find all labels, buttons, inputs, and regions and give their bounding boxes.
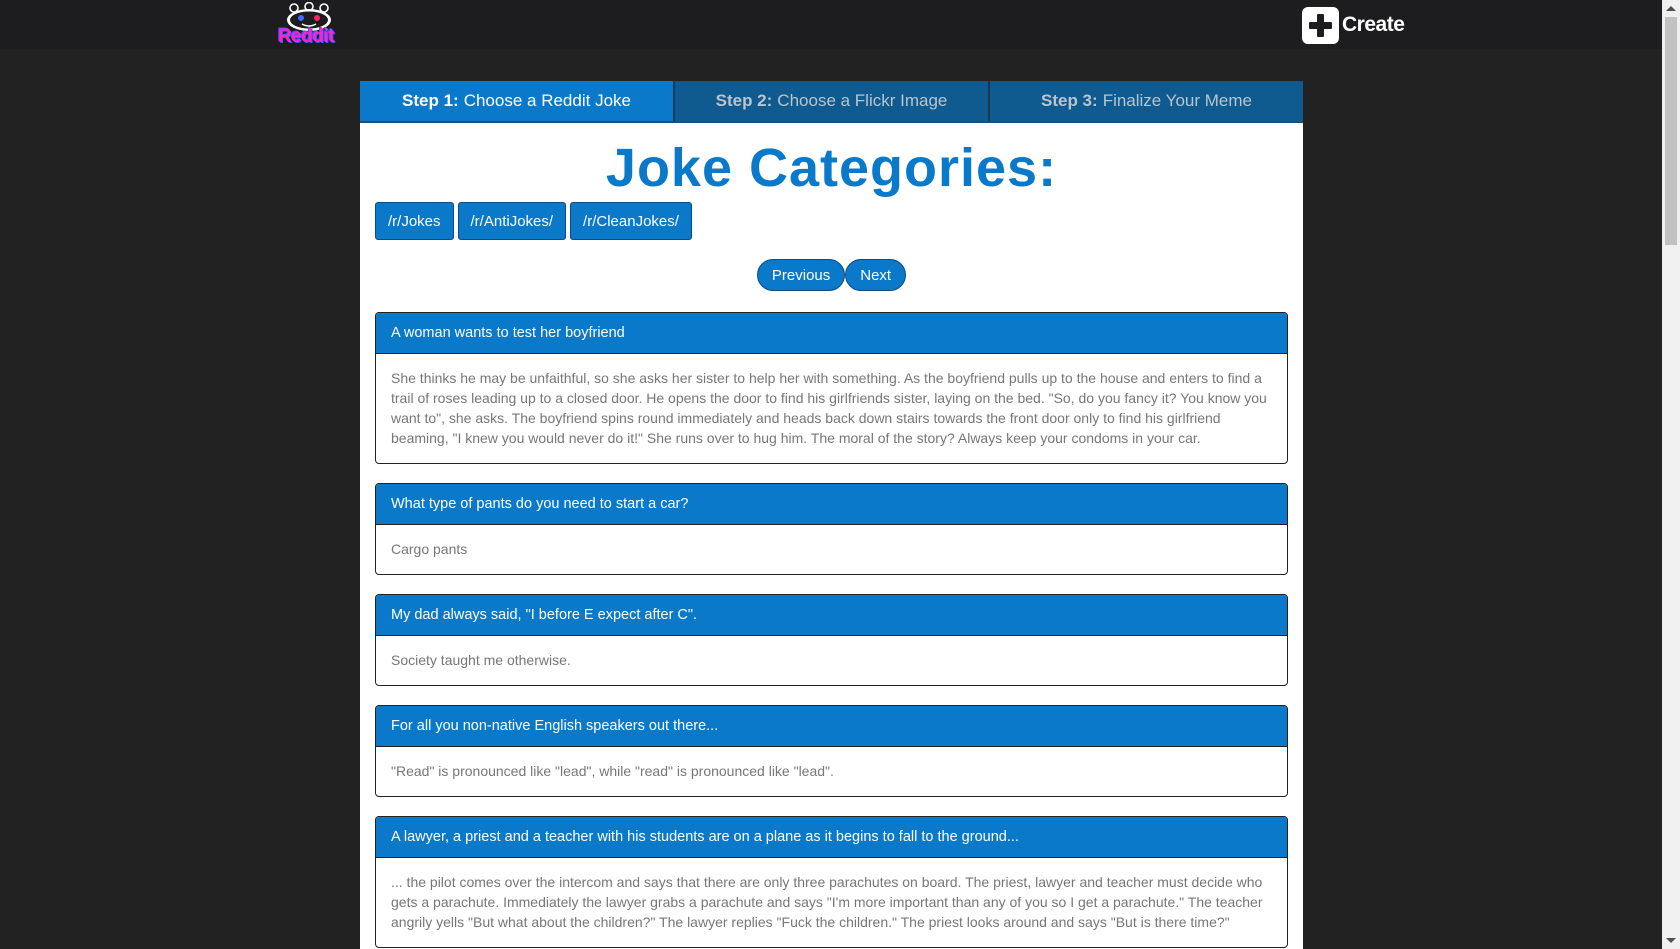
tab-step-3[interactable]: Step 3: Finalize Your Meme [988, 81, 1303, 121]
step-label: Choose a Flickr Image [777, 91, 948, 110]
scroll-down-arrow-icon[interactable] [1666, 938, 1676, 943]
joke-body: Cargo pants [391, 541, 468, 557]
top-navbar: Reddit Create [0, 0, 1662, 49]
category-button-antijokes[interactable]: /r/AntiJokes/ [457, 202, 567, 240]
joke-card[interactable]: A lawyer, a priest and a teacher with hi… [375, 816, 1288, 948]
page-title: Joke Categories: [605, 138, 1058, 198]
next-button[interactable]: Next [845, 259, 907, 291]
step-number: Step 3: [1041, 91, 1098, 110]
category-buttons: /r/Jokes /r/AntiJokes/ /r/CleanJokes/ [375, 202, 696, 240]
step-number: Step 1: [402, 91, 459, 110]
joke-card[interactable]: My dad always said, "I before E expect a… [375, 594, 1288, 686]
joke-body: ... the pilot comes over the intercom an… [391, 874, 1263, 930]
create-label: Create [1342, 13, 1405, 36]
logo-wordmark: Reddit [277, 26, 335, 47]
joke-body: She thinks he may be unfaithful, so she … [391, 370, 1267, 446]
joke-list: A woman wants to test her boyfriend She … [375, 312, 1288, 949]
joke-body: "Read" is pronounced like "lead", while … [391, 763, 834, 779]
joke-body: Society taught me otherwise. [391, 652, 571, 668]
joke-card[interactable]: What type of pants do you need to start … [375, 483, 1288, 575]
joke-title[interactable]: What type of pants do you need to start … [376, 484, 1287, 525]
step-label: Choose a Reddit Joke [463, 91, 631, 110]
create-button[interactable]: Create [1302, 6, 1405, 44]
step-number: Step 2: [715, 91, 773, 110]
joke-title[interactable]: For all you non-native English speakers … [376, 706, 1287, 747]
step-tabs: Step 1: Choose a Reddit Joke Step 2: Cho… [360, 81, 1303, 123]
joke-card[interactable]: For all you non-native English speakers … [375, 705, 1288, 797]
tab-step-2[interactable]: Step 2: Choose a Flickr Image [673, 81, 988, 121]
scroll-thumb[interactable] [1665, 17, 1677, 245]
joke-card[interactable]: A woman wants to test her boyfriend She … [375, 312, 1288, 464]
category-button-jokes[interactable]: /r/Jokes [375, 202, 454, 240]
page-scrollbar[interactable] [1662, 0, 1680, 949]
previous-button[interactable]: Previous [756, 259, 846, 291]
joke-title[interactable]: A woman wants to test her boyfriend [376, 313, 1287, 354]
category-button-cleanjokes[interactable]: /r/CleanJokes/ [570, 202, 692, 240]
joke-title[interactable]: A lawyer, a priest and a teacher with hi… [376, 817, 1287, 858]
tab-step-1[interactable]: Step 1: Choose a Reddit Joke [360, 81, 673, 121]
scroll-up-arrow-icon[interactable] [1666, 6, 1676, 11]
plus-icon [1302, 6, 1339, 44]
joke-panel: Joke Categories: /r/Jokes /r/AntiJokes/ … [360, 123, 1303, 949]
joke-title[interactable]: My dad always said, "I before E expect a… [376, 595, 1287, 636]
reddit-logo[interactable]: Reddit [260, 2, 352, 47]
step-label: Finalize Your Meme [1102, 91, 1252, 110]
pagination: Previous Next [360, 259, 1303, 291]
